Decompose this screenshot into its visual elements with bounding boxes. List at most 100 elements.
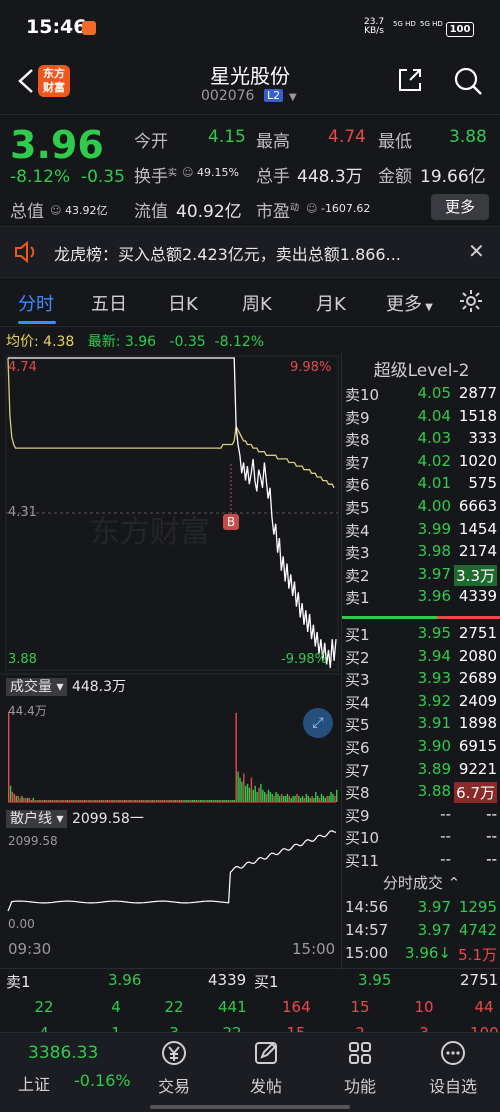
retail-selector[interactable]: 散户线 ▾	[6, 810, 68, 828]
tab-monthly-k[interactable]: 月K	[316, 290, 346, 316]
bid-price: --	[440, 804, 451, 823]
nav-post[interactable]: 发帖	[231, 1039, 301, 1097]
news-banner[interactable]: 龙虎榜：买入总额2.423亿元，卖出总额1.866... ✕	[0, 226, 500, 278]
nav-trade[interactable]: 交易	[139, 1039, 209, 1097]
ask-volume: 2877	[458, 384, 497, 402]
float-label: 流值	[134, 202, 168, 222]
level2-header[interactable]: 超级Level-2	[342, 356, 500, 381]
ask-row[interactable]: 卖8 4.03 333	[342, 429, 500, 451]
volume-bar	[303, 797, 306, 802]
ask-level: 卖4	[345, 521, 370, 540]
bid-row[interactable]: 买5 3.91 1898	[342, 714, 500, 736]
chevron-down-icon[interactable]: ▼	[289, 92, 297, 103]
intraday-chart[interactable]: 东方财富 4.74 9.98% 4.31 3.88 -9.98% B 成交量 ▾…	[0, 352, 340, 970]
ask-price: 3.99	[417, 519, 451, 538]
share-icon[interactable]	[396, 66, 424, 94]
avg-price-line: 均价: 4.38 最新: 3.96 -0.35 -8.12%	[6, 334, 265, 350]
tab-five-day[interactable]: 五日	[91, 290, 127, 316]
queue-volume: 44	[474, 998, 494, 1016]
ask-volume: 575	[468, 474, 497, 493]
volume-bar	[252, 789, 254, 802]
network-speed: 23.7 KB/s	[364, 17, 385, 36]
ask-volume: 6663	[458, 497, 497, 515]
bid-row[interactable]: 买3 3.93 2689	[342, 669, 500, 691]
tab-intraday[interactable]: 分时	[18, 290, 54, 316]
index-name[interactable]: 上证	[18, 1071, 50, 1095]
nav-watchlist[interactable]: 设自选	[418, 1039, 488, 1097]
volume-bar	[273, 795, 275, 802]
trade-time: 14:56	[345, 898, 389, 916]
volume-bar	[298, 795, 300, 802]
bid-row[interactable]: 买1 3.95 2751	[342, 624, 500, 646]
tab-weekly-k[interactable]: 周K	[242, 290, 272, 316]
speaker-icon	[15, 241, 35, 263]
volume-bar	[15, 795, 17, 802]
high-label: 最高	[256, 132, 290, 152]
bid-row[interactable]: 买9 -- --	[342, 805, 500, 827]
bid-row[interactable]: 买8 3.88 6.7万	[342, 782, 500, 804]
volume-bar	[13, 793, 16, 802]
index-value[interactable]: 3386.33	[28, 1043, 98, 1063]
volume-bar	[288, 795, 290, 802]
price-change: -8.12% -0.35	[10, 167, 125, 187]
ask-row[interactable]: 卖1 3.96 4339	[342, 587, 500, 609]
ask-volume: 4339	[458, 587, 497, 606]
ask-row[interactable]: 卖4 3.99 1454	[342, 520, 500, 542]
bid-row[interactable]: 买2 3.94 2080	[342, 647, 500, 669]
mktcap-label: 总值	[10, 202, 44, 222]
ask-level: 卖3	[345, 544, 370, 563]
ask-price: 4.03	[417, 429, 451, 448]
volume-bar	[296, 793, 298, 802]
pe-value: ☺ -1607.62	[306, 202, 371, 215]
ask-row[interactable]: 卖10 4.05 2877	[342, 384, 500, 406]
amount-value: 19.66亿	[420, 167, 486, 187]
ask-row[interactable]: 卖5 4.00 6663	[342, 497, 500, 519]
ask-row[interactable]: 卖9 4.04 1518	[342, 407, 500, 429]
ask-volume: 2174	[458, 542, 497, 561]
ask-row[interactable]: 卖6 4.01 575	[342, 474, 500, 496]
ask-level: 卖5	[345, 499, 370, 517]
signal-1-icon: 5G HD	[393, 20, 416, 28]
volume-bar	[277, 793, 279, 802]
volume-bar	[19, 797, 21, 802]
tick-trades-header[interactable]: 分时成交 ⌃	[342, 872, 500, 893]
news-text[interactable]: 龙虎榜：买入总额2.423亿元，卖出总额1.866...	[54, 241, 401, 265]
volume-bar	[246, 783, 249, 802]
nav-functions[interactable]: 功能	[325, 1039, 395, 1097]
bid-volume: 2689	[458, 669, 497, 688]
volume-bar	[25, 797, 27, 802]
close-icon[interactable]: ✕	[468, 239, 485, 263]
ask-price: 3.97	[417, 564, 451, 583]
bid-level: 买4	[345, 693, 370, 712]
level2-badge[interactable]: L2	[264, 89, 284, 102]
settings-gear-icon[interactable]	[458, 288, 484, 314]
expand-icon[interactable]: ⤢	[303, 708, 333, 738]
more-button[interactable]: 更多	[431, 194, 489, 220]
ask-row[interactable]: 卖3 3.98 2174	[342, 542, 500, 564]
queue-volume: 22	[218, 1024, 246, 1032]
chart-top-price: 4.74	[8, 360, 37, 375]
ask-row[interactable]: 卖7 4.02 1020	[342, 452, 500, 474]
volume-bar	[27, 797, 29, 802]
bid-row[interactable]: 买4 3.92 2409	[342, 692, 500, 714]
volume-bar	[262, 789, 264, 802]
volume-selector[interactable]: 成交量 ▾	[6, 678, 68, 696]
search-icon[interactable]	[453, 66, 483, 96]
volume-bar	[267, 789, 270, 802]
volume-bar	[21, 795, 23, 802]
bid-row[interactable]: 买11 -- --	[342, 850, 500, 872]
bid-row[interactable]: 买6 3.90 6915	[342, 737, 500, 759]
ask-row[interactable]: 卖2 3.97 3.3万	[342, 564, 500, 587]
bid-row[interactable]: 买10 -- --	[342, 827, 500, 849]
best-bid-label: 买1	[254, 973, 279, 991]
volume-bar	[315, 791, 317, 802]
home-indicator[interactable]	[150, 1105, 350, 1109]
tab-more[interactable]: 更多 ▼	[386, 290, 433, 316]
bid-row[interactable]: 买7 3.89 9221	[342, 760, 500, 782]
buy-marker[interactable]: B	[223, 514, 239, 530]
volume-bar	[32, 797, 34, 802]
index-change[interactable]: -0.16%	[74, 1071, 131, 1090]
volume-bar	[332, 793, 334, 802]
tab-daily-k[interactable]: 日K	[168, 290, 198, 316]
order-book: 超级Level-2 卖10 4.05 2877 卖9 4.04 1518 卖8 4.03 333…	[341, 352, 500, 970]
